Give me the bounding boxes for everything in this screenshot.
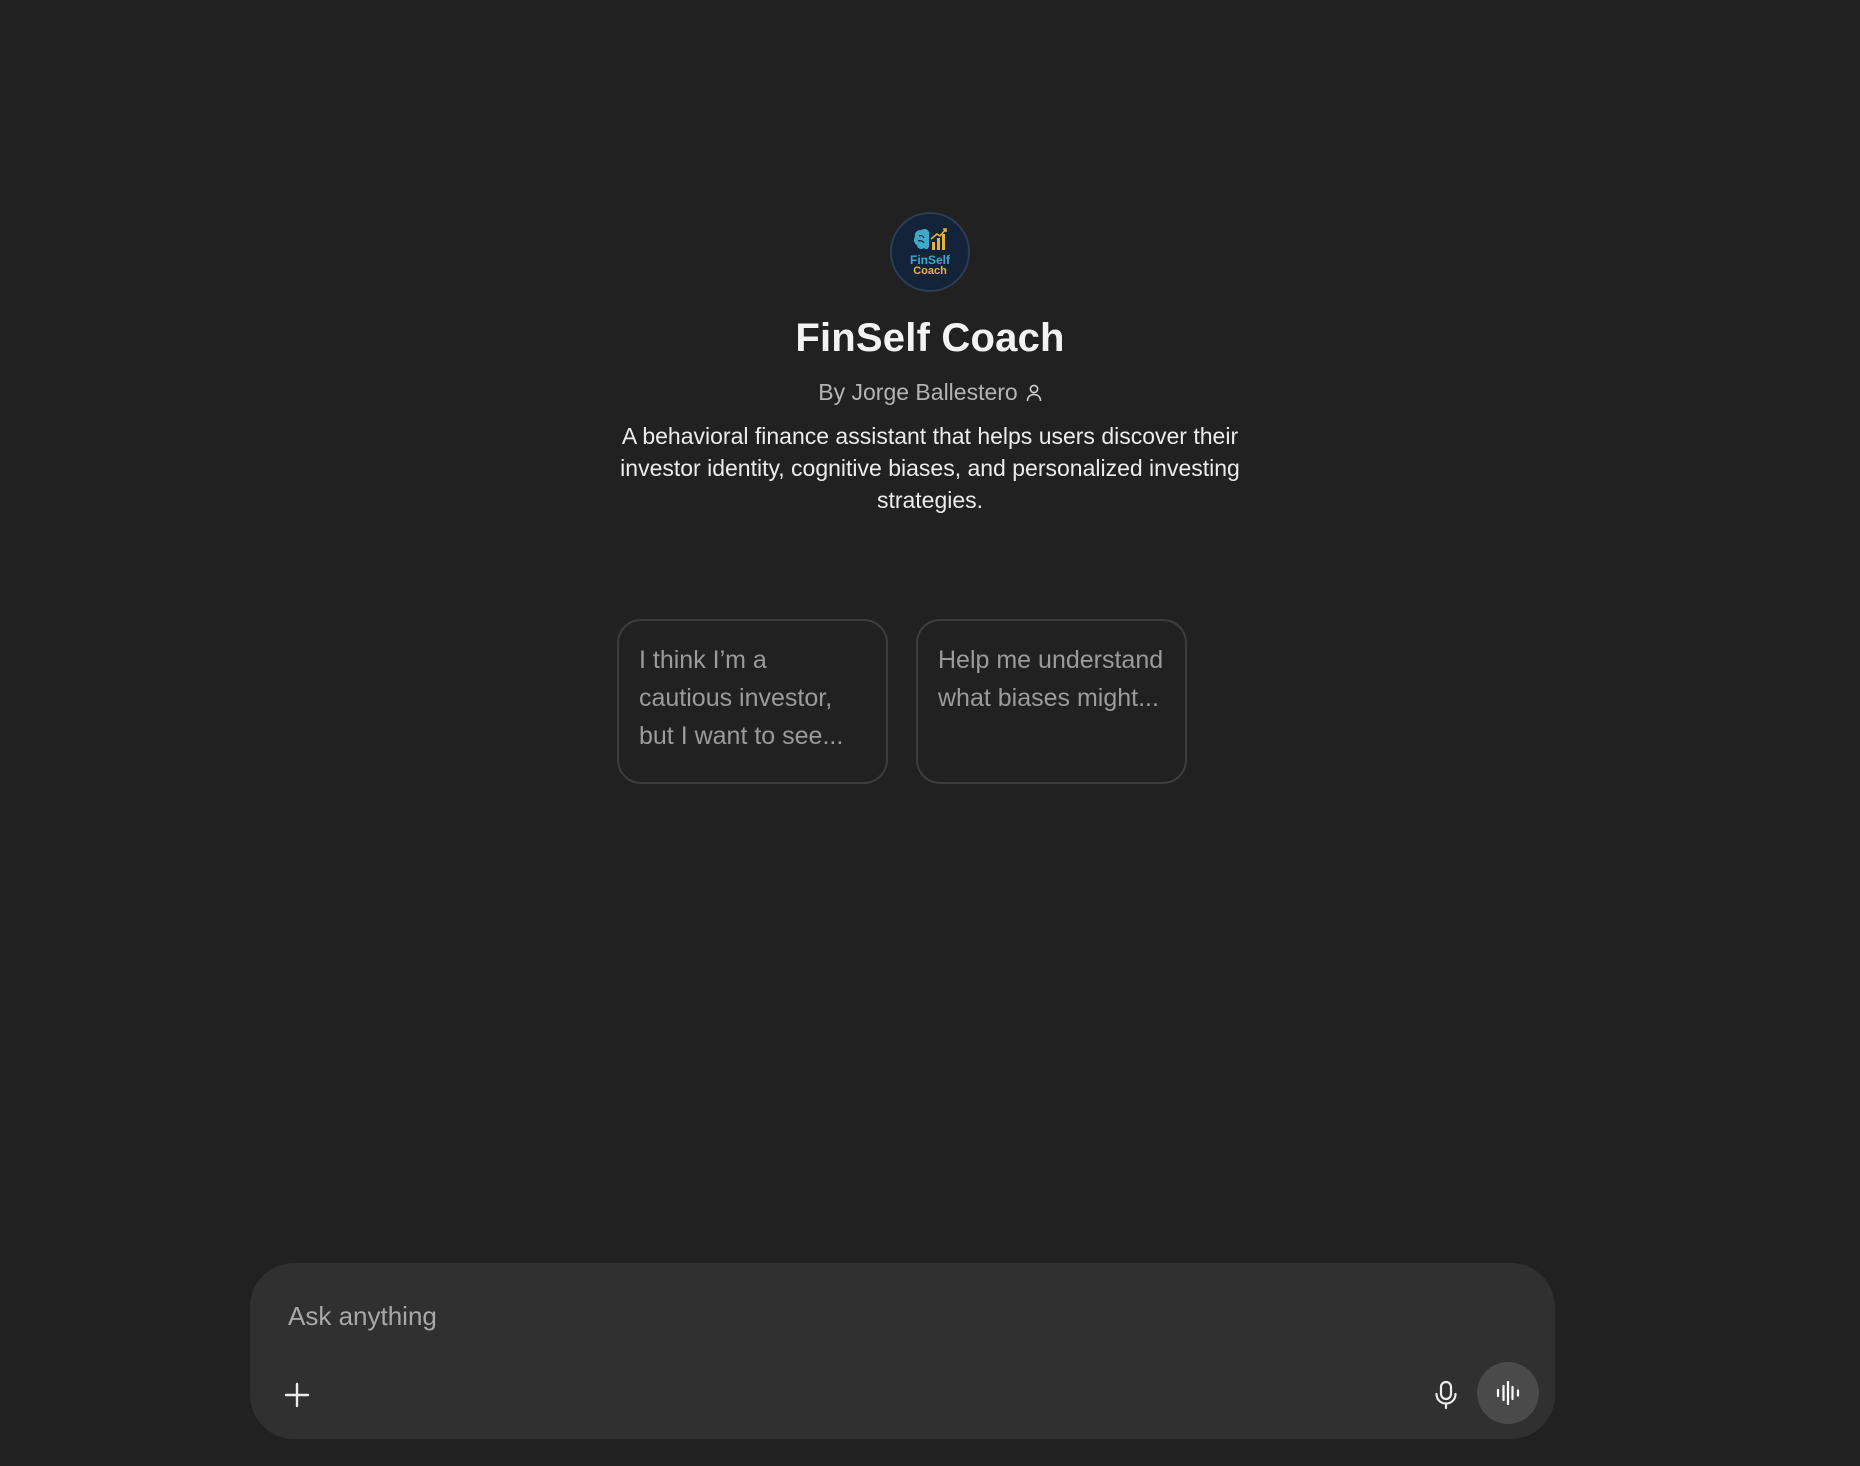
gpt-title: FinSelf Coach <box>795 316 1065 360</box>
plus-icon <box>284 1382 310 1408</box>
voice-waveform-icon <box>1496 1381 1520 1405</box>
message-input[interactable] <box>286 1293 1490 1339</box>
message-composer <box>250 1263 1555 1439</box>
voice-mode-button[interactable] <box>1477 1362 1539 1424</box>
starter-card-2[interactable]: Help me understand what biases might... <box>916 619 1187 784</box>
microphone-icon <box>1435 1380 1457 1410</box>
gpt-byline: By Jorge Ballestero <box>818 379 1042 406</box>
gpt-avatar: FinSelf Coach <box>890 212 970 292</box>
gpt-author: By Jorge Ballestero <box>818 379 1018 405</box>
gpt-description: A behavioral finance assistant that help… <box>620 423 1240 513</box>
dictate-button[interactable] <box>1421 1370 1471 1420</box>
attach-button[interactable] <box>272 1370 322 1420</box>
chat-page: FinSelf Coach FinSelf Coach By Jorge Bal… <box>0 0 1860 1466</box>
gpt-intro: FinSelf Coach FinSelf Coach By Jorge Bal… <box>0 212 1860 516</box>
starter-card-1[interactable]: I think I’m a cautious investor, but I w… <box>617 619 888 784</box>
brain-chart-logo-icon <box>913 228 947 250</box>
user-icon <box>1026 384 1042 401</box>
logo-text-coach: Coach <box>913 265 947 277</box>
conversation-starters: I think I’m a cautious investor, but I w… <box>617 619 1187 784</box>
